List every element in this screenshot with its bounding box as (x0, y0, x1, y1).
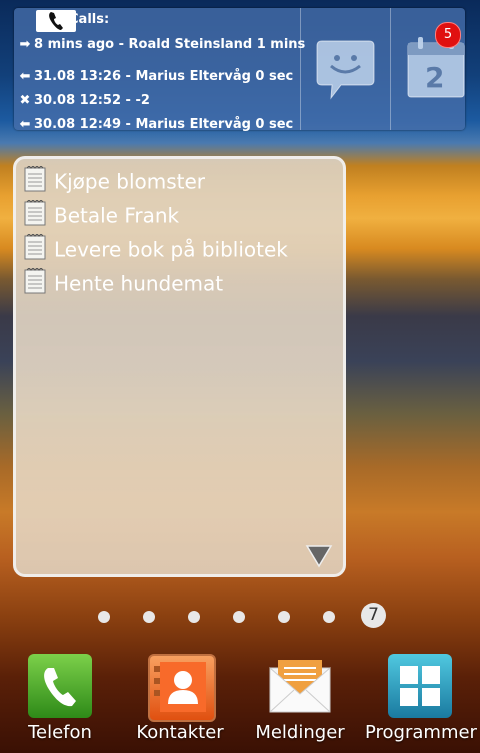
incoming-arrow-icon: ⬅ (19, 117, 31, 132)
dock-label: Programmer (365, 722, 477, 743)
notepad-icon (24, 199, 46, 234)
dock-label: Kontakter (136, 722, 224, 743)
calls-list[interactable]: Calls: ➡ 8 mins ago - Roald Steinsland 1 … (14, 8, 305, 132)
call-text: 31.08 13:26 - Marius Eltervåg 0 sec (34, 69, 294, 84)
call-text: 8 mins ago - Roald Steinsland 1 mins (34, 37, 306, 52)
list-item[interactable]: Hente hundemat (24, 267, 224, 298)
notepad-icon (24, 267, 46, 302)
note-text: Levere bok på bibliotek (54, 237, 288, 262)
notification-badge: 5 (435, 22, 461, 48)
notes-widget[interactable]: Kjøpe blomster Betale Frank Levere bok p… (13, 156, 346, 577)
call-text: 30.08 12:49 - Marius Eltervåg 0 sec (34, 117, 294, 132)
note-text: Betale Frank (54, 203, 180, 228)
missed-call-icon: ✖ (19, 93, 31, 108)
sms-smiley-icon (316, 40, 375, 100)
incoming-arrow-icon: ⬅ (19, 69, 31, 84)
calls-header: Calls: (14, 8, 299, 32)
dock-phone-button[interactable]: Telefon (5, 650, 115, 750)
calls-title: Calls: (69, 12, 110, 27)
current-page-indicator[interactable]: 7 (361, 603, 386, 628)
note-text: Hente hundemat (54, 271, 224, 296)
page-dot[interactable] (98, 611, 110, 623)
call-row[interactable]: ⬅ 30.08 12:49 - Marius Eltervåg 0 sec (18, 114, 294, 136)
scroll-down-icon[interactable] (305, 544, 333, 568)
phone-icon (28, 654, 92, 718)
calendar-day: 2 (425, 61, 445, 94)
dock-apps-button[interactable]: Programmer (365, 650, 477, 750)
dock-label: Meldinger (255, 722, 345, 743)
outgoing-arrow-icon: ➡ (19, 37, 31, 52)
call-text: 30.08 12:52 - -2 (34, 93, 150, 108)
list-item[interactable]: Betale Frank (24, 199, 180, 230)
page-dot[interactable] (233, 611, 245, 623)
page-dot[interactable] (323, 611, 335, 623)
list-item[interactable]: Kjøpe blomster (24, 165, 206, 196)
page-dot[interactable] (278, 611, 290, 623)
page-dot[interactable] (143, 611, 155, 623)
apps-grid-icon (388, 654, 452, 718)
calls-widget: Calls: ➡ 8 mins ago - Roald Steinsland 1 … (14, 8, 465, 132)
contacts-icon (148, 654, 216, 722)
page-indicator[interactable] (0, 603, 480, 629)
dock-messages-button[interactable]: Meldinger (245, 650, 355, 750)
notepad-icon (24, 165, 46, 200)
page-dot[interactable] (188, 611, 200, 623)
notepad-icon (24, 233, 46, 268)
messages-shortcut-button[interactable] (301, 8, 389, 130)
call-row[interactable]: ⬅ 31.08 13:26 - Marius Eltervåg 0 sec (18, 66, 294, 88)
list-item[interactable]: Levere bok på bibliotek (24, 233, 288, 264)
call-row[interactable]: ✖ 30.08 12:52 - -2 (18, 90, 150, 112)
call-row[interactable]: ➡ 8 mins ago - Roald Steinsland 1 mins (18, 34, 306, 56)
messages-icon (268, 654, 332, 718)
dock-label: Telefon (28, 722, 92, 743)
dock-contacts-button[interactable]: Kontakter (125, 650, 235, 750)
note-text: Kjøpe blomster (54, 169, 206, 194)
